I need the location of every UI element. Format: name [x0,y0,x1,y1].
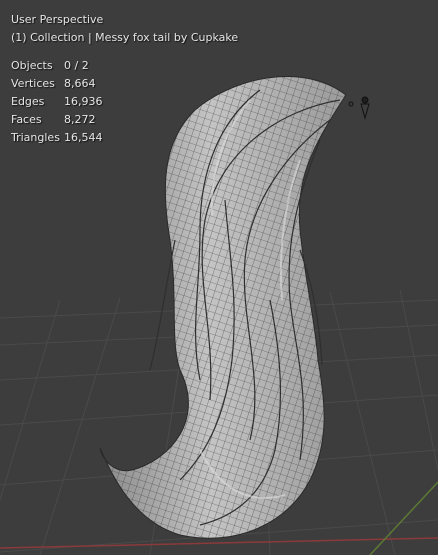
stat-label: Triangles [11,131,60,144]
3d-viewport[interactable]: User Perspective (1) Collection | Messy … [0,0,438,555]
stat-value: 0 / 2 [64,59,89,72]
view-name: User Perspective [11,13,104,26]
stat-value: 8,664 [64,77,96,90]
stat-row-edges: Edges 16,936 [11,93,103,111]
collection-line: (1) Collection | Messy fox tail by Cupka… [11,31,239,44]
stat-label: Vertices [11,77,55,90]
scene-statistics: Objects 0 / 2 Vertices 8,664 Edges 16,93… [11,57,103,147]
stat-label: Faces [11,113,42,126]
stat-value: 8,272 [64,113,96,126]
stat-row-objects: Objects 0 / 2 [11,57,103,75]
stat-label: Objects [11,59,53,72]
stat-value: 16,544 [64,131,103,144]
light-icon[interactable] [348,96,370,120]
stat-label: Edges [11,95,45,108]
stat-value: 16,936 [64,95,103,108]
stat-row-faces: Faces 8,272 [11,111,103,129]
stat-row-vertices: Vertices 8,664 [11,75,103,93]
fox-tail-mesh[interactable] [99,75,347,539]
stat-row-triangles: Triangles 16,544 [11,129,103,147]
y-axis-line [369,481,438,555]
x-axis-line [0,537,438,549]
view-header: User Perspective (1) Collection | Messy … [11,11,238,47]
